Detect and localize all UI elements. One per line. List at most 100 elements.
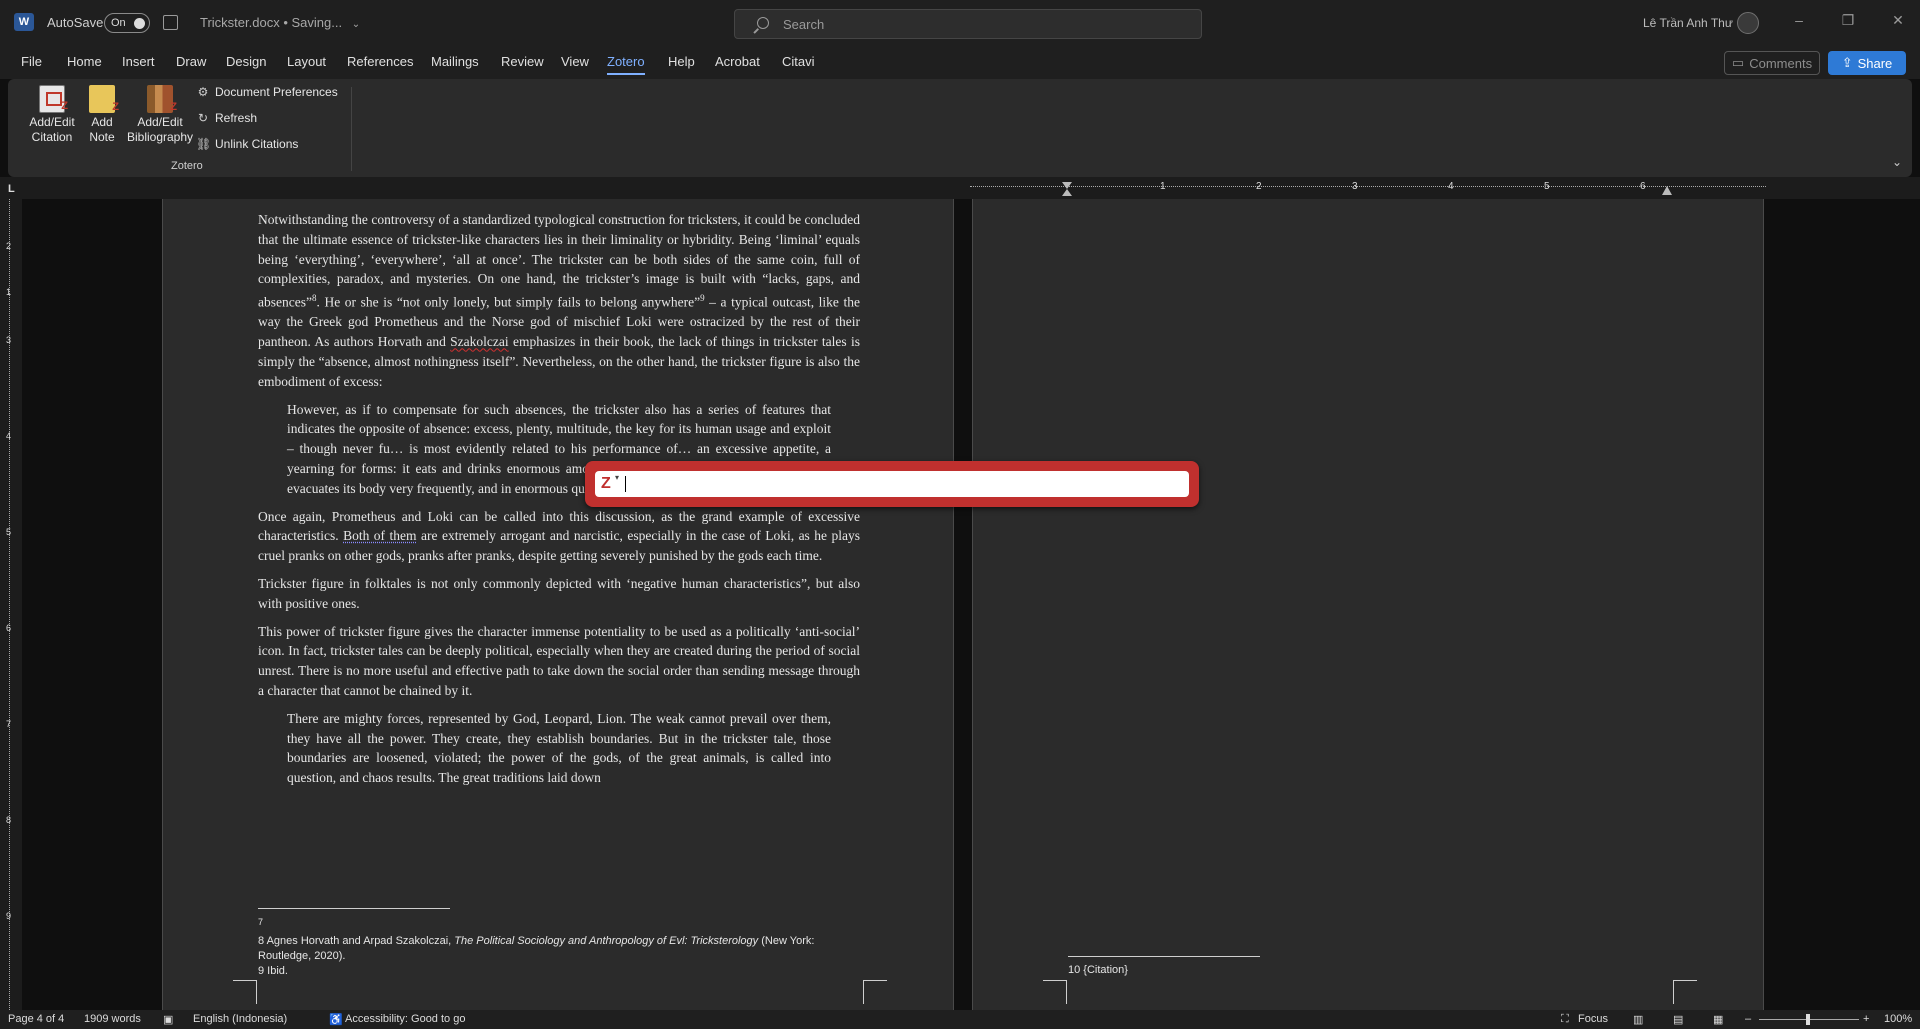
page-count[interactable]: Page 4 of 4 <box>8 1013 64 1025</box>
tab-citavi[interactable]: Citavi <box>782 54 815 69</box>
menu-bar: File Home Insert Draw Design Layout Refe… <box>0 46 1920 79</box>
zotero-citation-search-input[interactable]: Z ▾ <box>595 471 1189 497</box>
vruler-number: 3 <box>6 335 12 345</box>
ribbon-collapse-icon[interactable]: ⌄ <box>1892 155 1902 169</box>
ruler-number: 1 <box>1160 181 1166 192</box>
footnote-separator <box>1068 956 1260 957</box>
footnote-10[interactable]: 10 {Citation} <box>1068 963 1468 978</box>
word-app-icon[interactable]: W <box>14 13 34 31</box>
footnote-7[interactable]: 7 <box>258 915 860 930</box>
accessibility-status[interactable]: Accessibility: Good to go <box>345 1013 465 1025</box>
avatar[interactable] <box>1737 12 1759 34</box>
add-edit-bibliography-label: Add/Edit Bibliography <box>126 115 194 144</box>
add-note-label: Add Note <box>89 115 115 144</box>
horizontal-ruler[interactable]: L 1 2 3 4 5 6 <box>0 177 1920 199</box>
tab-draw[interactable]: Draw <box>176 54 206 69</box>
tab-layout[interactable]: Layout <box>287 54 326 69</box>
toggle-knob <box>134 18 145 29</box>
zotero-logo-icon[interactable]: Z <box>601 475 611 493</box>
vruler-number: 8 <box>6 815 12 825</box>
add-edit-citation-button[interactable]: Z Add/Edit Citation <box>20 85 84 145</box>
footnote-separator <box>258 908 450 909</box>
comments-button[interactable]: ▭ Comments <box>1724 51 1820 75</box>
document-preferences-button[interactable]: ⚙ Document Preferences <box>196 85 338 99</box>
print-layout-icon[interactable]: ▤ <box>1673 1013 1683 1026</box>
paragraph[interactable]: Once again, Prometheus and Loki can be c… <box>258 507 860 566</box>
zoom-slider-thumb[interactable] <box>1806 1014 1810 1025</box>
paragraph[interactable]: Trickster figure in folktales is not onl… <box>258 574 860 614</box>
tab-file[interactable]: File <box>21 54 42 69</box>
tab-review[interactable]: Review <box>501 54 544 69</box>
tab-selector[interactable]: L <box>8 183 15 195</box>
status-bar: Page 4 of 4 1909 words ▣ English (Indone… <box>0 1010 1920 1029</box>
add-note-button[interactable]: Z Add Note <box>80 85 124 145</box>
tab-mailings[interactable]: Mailings <box>431 54 479 69</box>
zotero-quick-format-dialog[interactable]: Z ▾ <box>585 461 1199 507</box>
vruler-number: 7 <box>6 719 12 729</box>
ruler-number: 5 <box>1544 181 1550 192</box>
focus-mode-button[interactable]: Focus <box>1578 1013 1608 1025</box>
vertical-ruler[interactable]: 2 1 3 4 5 6 7 8 9 <box>0 199 22 1010</box>
minimize-icon[interactable]: – <box>1789 12 1809 32</box>
refresh-button[interactable]: ↻ Refresh <box>196 111 257 125</box>
block-quote[interactable]: There are mighty forces, represented by … <box>258 709 860 788</box>
search-box[interactable]: Search <box>734 9 1202 39</box>
tab-help[interactable]: Help <box>668 54 695 69</box>
grammar-suggestion: Both of them <box>343 528 417 544</box>
web-layout-icon[interactable]: ▦ <box>1713 1013 1723 1026</box>
ruler-number: 3 <box>1352 181 1358 192</box>
footnotes[interactable]: 7 8 Agnes Horvath and Arpad Szakolczai, … <box>258 915 860 979</box>
ribbon-group-label: Zotero <box>171 160 203 172</box>
zoom-out-icon[interactable]: – <box>1745 1013 1751 1025</box>
tab-acrobat[interactable]: Acrobat <box>715 54 760 69</box>
user-name[interactable]: Lê Trần Anh Thư <box>1643 16 1733 30</box>
gear-icon: ⚙ <box>197 85 209 99</box>
restore-icon[interactable]: ❐ <box>1838 12 1858 32</box>
ruler-number: 4 <box>1448 181 1454 192</box>
share-label: Share <box>1857 55 1893 71</box>
close-icon[interactable]: ✕ <box>1888 12 1908 32</box>
vruler-number: 6 <box>6 623 12 633</box>
paragraph[interactable]: Notwithstanding the controversy of a sta… <box>258 210 860 392</box>
citation-icon: Z <box>39 85 68 113</box>
language-indicator[interactable]: English (Indonesia) <box>193 1013 287 1025</box>
autosave-label: AutoSave <box>47 15 104 30</box>
save-icon[interactable] <box>163 15 178 30</box>
footnote-8[interactable]: 8 Agnes Horvath and Arpad Szakolczai, Th… <box>258 934 860 964</box>
tab-references[interactable]: References <box>347 54 413 69</box>
comments-label: Comments <box>1749 55 1813 71</box>
ribbon-divider <box>351 87 352 171</box>
ribbon: Z Add/Edit Citation Z Add Note Z Add/Edi… <box>8 79 1912 177</box>
unlink-citations-button[interactable]: ⛓ Unlink Citations <box>196 137 298 151</box>
search-icon <box>757 17 769 29</box>
tab-home[interactable]: Home <box>67 54 102 69</box>
zoom-in-icon[interactable]: + <box>1863 1013 1869 1025</box>
document-preferences-label: Document Preferences <box>215 85 338 99</box>
tab-view[interactable]: View <box>561 54 589 69</box>
tab-zotero[interactable]: Zotero <box>607 54 645 75</box>
document-title[interactable]: Trickster.docx • Saving... ⌄ <box>200 15 360 30</box>
vruler-number: 9 <box>6 911 12 921</box>
tab-design[interactable]: Design <box>226 54 266 69</box>
refresh-icon: ↻ <box>197 111 209 125</box>
read-mode-icon[interactable]: ▥ <box>1633 1013 1643 1026</box>
margin-corner-mark <box>233 980 257 1004</box>
autosave-toggle[interactable]: On <box>104 13 150 33</box>
comment-icon: ▭ <box>1731 55 1745 70</box>
footnote-9[interactable]: 9 Ibid. <box>258 964 860 979</box>
paragraph[interactable]: This power of trickster figure gives the… <box>258 622 860 701</box>
proofing-icon[interactable]: ▣ <box>163 1013 173 1026</box>
zoom-level[interactable]: 100% <box>1884 1013 1912 1025</box>
save-state: • Saving... <box>283 15 343 30</box>
document-canvas[interactable]: Notwithstanding the controversy of a sta… <box>22 199 1920 1010</box>
add-edit-bibliography-button[interactable]: Z Add/Edit Bibliography <box>120 85 200 145</box>
ruler-number: 6 <box>1640 181 1646 192</box>
vruler-number: 5 <box>6 527 12 537</box>
document-page[interactable]: Notwithstanding the controversy of a sta… <box>162 199 954 1010</box>
document-page[interactable]: 10 {Citation} <box>972 199 1764 1010</box>
share-button[interactable]: ⇪ Share <box>1828 51 1906 75</box>
chevron-down-icon[interactable]: ▾ <box>615 473 619 482</box>
word-count[interactable]: 1909 words <box>84 1013 141 1025</box>
vertical-ruler-track <box>9 199 13 1010</box>
tab-insert[interactable]: Insert <box>122 54 155 69</box>
